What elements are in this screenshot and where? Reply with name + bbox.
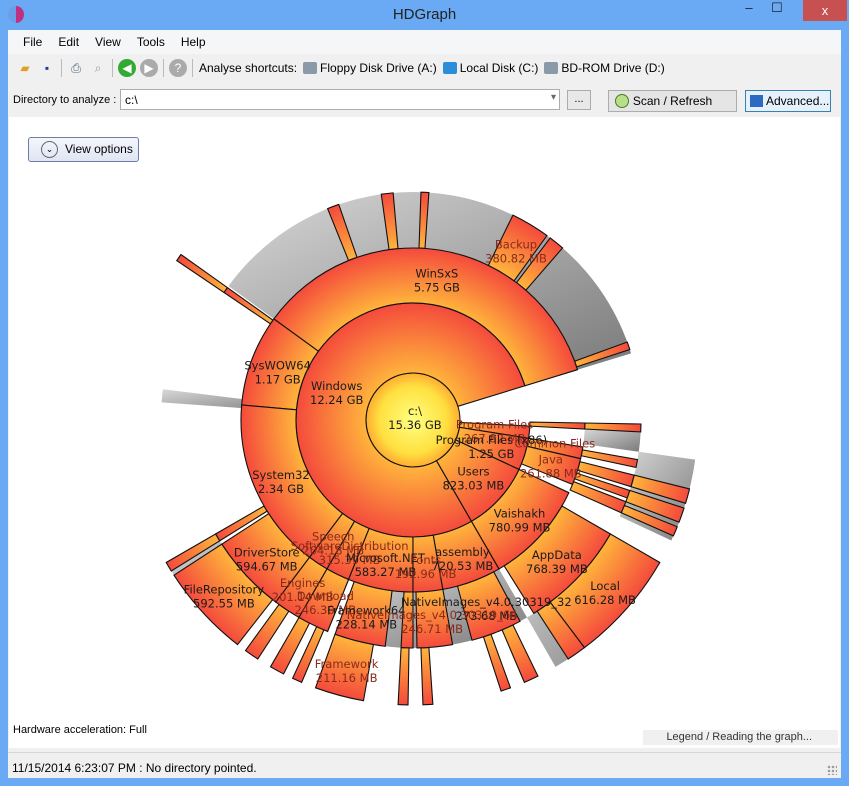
folder-segment[interactable] bbox=[420, 646, 434, 706]
label-name: Windows bbox=[311, 379, 362, 393]
label-name: c:\ bbox=[408, 404, 422, 418]
label-name: Engines bbox=[280, 576, 325, 590]
label-size: 1.17 GB bbox=[255, 372, 301, 386]
label-winsxs: WinSxS 5.75 GB bbox=[414, 266, 460, 294]
label-size: 768.39 MB bbox=[526, 562, 588, 576]
label-vaishakh: Vaishakh 780.99 MB bbox=[489, 507, 551, 535]
label-name: Backup bbox=[495, 238, 537, 252]
label-size: 2.34 GB bbox=[258, 482, 304, 496]
label-name: Download bbox=[297, 589, 354, 603]
label-size: 5.75 GB bbox=[414, 280, 460, 294]
label-name: Framework bbox=[315, 657, 379, 671]
label-size: 616.28 MB bbox=[574, 593, 636, 607]
folder-segment[interactable] bbox=[501, 624, 539, 684]
label-size: 823.03 MB bbox=[443, 478, 505, 492]
label-framework: Framework 211.16 MB bbox=[315, 657, 379, 685]
label-name: assembly bbox=[435, 545, 490, 559]
label-name: Program Files bbox=[456, 418, 533, 432]
label-name: AppData bbox=[532, 548, 582, 562]
label-name: System32 bbox=[252, 468, 310, 482]
label-name: Local bbox=[590, 579, 620, 593]
label-size: 592.55 MB bbox=[193, 596, 255, 610]
folder-segment[interactable] bbox=[482, 633, 512, 692]
sunburst-chart[interactable]: c:\ 15.36 GB Windows 12.24 GB Program Files 2… bbox=[0, 0, 849, 786]
label-size: 15.36 GB bbox=[388, 418, 441, 432]
label-driverstore: DriverStore 594.67 MB bbox=[234, 545, 300, 573]
label-name: SysWOW64 bbox=[244, 358, 311, 372]
label-size: 261.88 MB bbox=[520, 466, 582, 480]
label-name: NativeImages_v4.0.30319_64 bbox=[347, 608, 518, 622]
label-size: 780.99 MB bbox=[489, 521, 551, 535]
label-name: Vaishakh bbox=[494, 507, 546, 521]
label-name: Common Files bbox=[515, 437, 596, 451]
folder-segment[interactable] bbox=[175, 253, 229, 294]
label-assembly: assembly 720.53 MB bbox=[432, 545, 494, 573]
label-size: 720.53 MB bbox=[432, 559, 494, 573]
folder-segment[interactable] bbox=[397, 647, 410, 706]
label-name: Java bbox=[538, 452, 563, 466]
label-size: 1.25 GB bbox=[468, 447, 514, 461]
label-system32: System32 2.34 GB bbox=[252, 468, 310, 496]
folder-segment[interactable] bbox=[529, 421, 586, 430]
label-size: 211.16 MB bbox=[316, 671, 378, 685]
label-name: Users bbox=[457, 464, 489, 478]
label-name: NativeImages_v4.0.30319_32 bbox=[401, 595, 572, 609]
label-windows: Windows 12.24 GB bbox=[310, 379, 363, 407]
label-size: 246.71 MB bbox=[401, 622, 463, 636]
label-name: WinSxS bbox=[415, 266, 458, 280]
label-size: 380.82 MB bbox=[485, 252, 547, 266]
label-size: 12.24 GB bbox=[310, 393, 363, 407]
label-size: 594.67 MB bbox=[236, 559, 298, 573]
label-name: DriverStore bbox=[234, 545, 300, 559]
label-commonfiles: Common Files bbox=[515, 437, 596, 451]
label-name: FileRepository bbox=[184, 582, 265, 596]
label-appdata: AppData 768.39 MB bbox=[526, 548, 588, 576]
label-filerepo: FileRepository 592.55 MB bbox=[184, 582, 265, 610]
